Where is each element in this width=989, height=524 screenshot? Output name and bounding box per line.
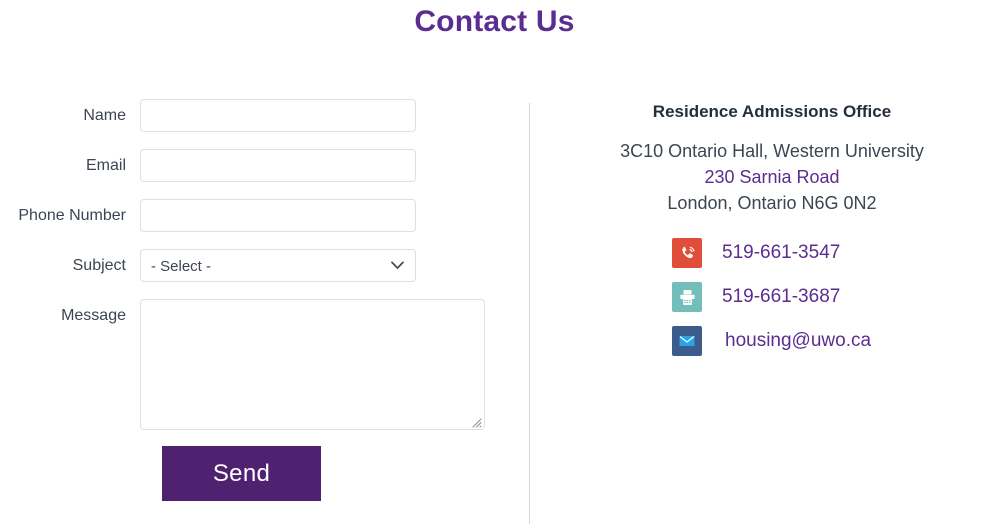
email-icon — [672, 326, 702, 356]
email-label: Email — [85, 157, 126, 174]
address-line-2-wrap: 230 Sarnia Road — [555, 164, 989, 190]
message-field-wrap — [140, 299, 485, 430]
contact-methods-list: 519-661-3547 519-661-3687 housing@uwo.ca — [555, 238, 989, 356]
phone-number-link[interactable]: 519-661-3547 — [722, 242, 840, 264]
office-address: 3C10 Ontario Hall, Western University 23… — [555, 138, 989, 216]
message-textarea[interactable] — [140, 299, 485, 430]
page-title: Contact Us — [414, 5, 575, 38]
contact-item-email: housing@uwo.ca — [672, 326, 872, 356]
message-label: Message — [61, 307, 126, 324]
subject-select-box[interactable]: - Select - — [140, 249, 416, 282]
vertical-divider — [529, 103, 530, 524]
office-heading: Residence Admissions Office — [652, 102, 892, 121]
name-field-wrap — [140, 99, 416, 132]
contact-item-phone: 519-661-3547 — [672, 238, 872, 268]
form-row-email: Email — [0, 149, 510, 183]
address-street-link[interactable]: 230 Sarnia Road — [704, 167, 839, 187]
phone-number-label: Phone Number — [18, 207, 126, 224]
subject-field-wrap: - Select - — [140, 249, 416, 282]
subject-select[interactable]: - Select - — [140, 249, 416, 282]
address-line-3: London, Ontario N6G 0N2 — [667, 193, 877, 213]
contact-info-panel: Residence Admissions Office 3C10 Ontario… — [555, 99, 989, 356]
contact-item-fax: 519-661-3687 — [672, 282, 872, 312]
phone-icon — [672, 238, 702, 268]
email-field-wrap — [140, 149, 416, 182]
form-row-message: Message — [0, 299, 510, 430]
form-row-phone: Phone Number — [0, 199, 510, 233]
phone-field-wrap — [140, 199, 416, 232]
name-input[interactable] — [140, 99, 416, 132]
message-textarea-wrap — [140, 299, 485, 430]
name-label: Name — [83, 107, 126, 124]
form-row-subject: Subject - Select - — [0, 249, 510, 283]
email-input[interactable] — [140, 149, 416, 182]
form-row-name: Name — [0, 99, 510, 133]
phone-number-input[interactable] — [140, 199, 416, 232]
fax-number-link[interactable]: 519-661-3687 — [722, 286, 840, 308]
send-row: Send — [162, 446, 510, 501]
send-button[interactable]: Send — [162, 446, 321, 501]
fax-icon — [672, 282, 702, 312]
contact-form: Name Email Phone Number Subject - Select… — [0, 99, 510, 501]
address-line-1: 3C10 Ontario Hall, Western University — [620, 141, 924, 161]
email-address-link[interactable]: housing@uwo.ca — [725, 330, 871, 352]
subject-label: Subject — [72, 257, 126, 274]
